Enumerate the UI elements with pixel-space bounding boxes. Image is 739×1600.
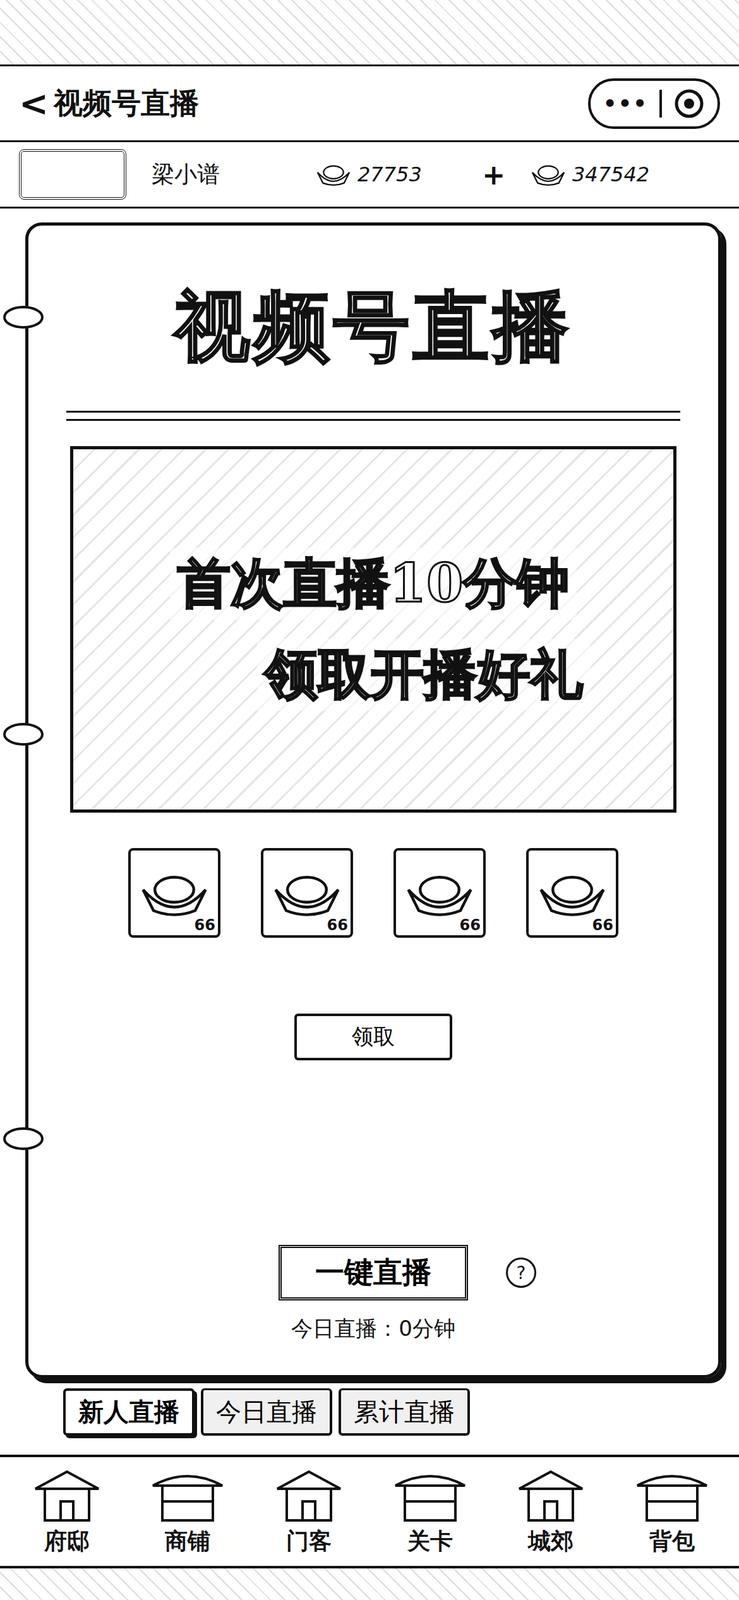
reward-count: 66 (459, 915, 481, 934)
nav-item[interactable]: 门客 (270, 1465, 347, 1557)
tab-bar: 新人直播今日直播累计直播 (25, 1377, 722, 1436)
ingot-icon (404, 868, 475, 918)
reward-item[interactable]: 66 (393, 847, 486, 938)
mini-program-capsule[interactable]: ••• (588, 78, 721, 129)
more-icon[interactable]: ••• (603, 90, 649, 117)
book-panel-wrap: 视频号直播首次直播10分钟领取开播好礼 66 66 66 66 领取一键直播? 今日直播：0… (25, 222, 722, 1436)
add-button[interactable]: + (481, 158, 506, 191)
nav-label: 商铺 (164, 1525, 211, 1557)
nav-building-icon (634, 1465, 710, 1523)
reward-count: 66 (592, 915, 614, 934)
nav-item[interactable]: 背包 (634, 1465, 710, 1557)
nav-label: 背包 (649, 1525, 695, 1557)
back-button[interactable]: <视频号直播 (18, 84, 199, 124)
header-title: 视频号直播 (53, 84, 199, 124)
nav-item[interactable]: 关卡 (392, 1465, 469, 1557)
capsule-divider (659, 89, 662, 118)
player-name: 梁小谱 (151, 159, 291, 191)
nav-label: 关卡 (407, 1525, 453, 1557)
nav-building-icon (149, 1465, 226, 1523)
tab[interactable]: 今日直播 (200, 1387, 333, 1436)
nav-item[interactable]: 商铺 (149, 1465, 226, 1557)
reward-item[interactable]: 66 (526, 847, 619, 938)
tab[interactable]: 累计直播 (338, 1387, 470, 1436)
tab[interactable]: 新人直播 (63, 1387, 195, 1436)
nav-item[interactable]: 城郊 (512, 1465, 589, 1557)
ingot-icon (272, 868, 342, 918)
reward-count: 66 (194, 915, 216, 934)
claim-button[interactable]: 领取 (294, 1013, 453, 1060)
resource-bar: 梁小谱 27753 +347542 (0, 142, 739, 209)
top-decoration (0, 0, 739, 67)
resource-amount: 347542 (572, 162, 650, 187)
avatar-frame[interactable] (18, 149, 127, 200)
book-panel: 视频号直播首次直播10分钟领取开播好礼 66 66 66 66 领取一键直播? 今日直播：0… (25, 222, 722, 1378)
binder-ring-icon (1, 298, 46, 337)
today-duration: 今日直播：0分钟 (291, 1313, 456, 1343)
page: <视频号直播•••梁小谱27753+347542视频号直播首次直播10分钟领取开… (0, 0, 739, 1600)
nav-building-icon (392, 1465, 469, 1523)
binder-ring-icon (1, 1119, 46, 1158)
resource-amount: 27753 (357, 162, 422, 187)
binder-ring-icon (1, 714, 46, 753)
nav-label: 府邸 (44, 1525, 90, 1557)
help-icon[interactable]: ? (505, 1256, 537, 1288)
ingot-icon (139, 868, 210, 918)
banner-text: 首次直播10分钟 (169, 547, 578, 620)
divider (66, 410, 681, 421)
nav-item[interactable]: 府邸 (29, 1465, 105, 1557)
live-button[interactable]: 一键直播 (278, 1244, 469, 1300)
ingot-icon (530, 161, 566, 187)
banner-text: 领取开播好礼 (257, 638, 591, 711)
nav-label: 门客 (286, 1525, 332, 1557)
nav-building-icon (512, 1465, 589, 1523)
banner: 首次直播10分钟领取开播好礼 (70, 445, 677, 813)
nav-building-icon (29, 1465, 105, 1523)
bottom-nav: 府邸 商铺 门客 关卡 城郊 背包 (0, 1453, 739, 1568)
resource: 27753 + (315, 158, 506, 191)
live-row: 一键直播? (278, 1244, 469, 1300)
reward-list: 66 66 66 66 (128, 847, 619, 938)
reward-item[interactable]: 66 (260, 847, 354, 938)
back-icon[interactable]: < (18, 85, 49, 122)
reward-count: 66 (327, 915, 349, 934)
nav-building-icon (270, 1465, 347, 1523)
bottom-decoration (0, 1567, 739, 1600)
ingot-icon (315, 161, 352, 187)
close-target-icon[interactable] (673, 87, 705, 120)
reward-item[interactable]: 66 (128, 847, 221, 938)
nav-label: 城郊 (528, 1525, 574, 1557)
ingot-icon (537, 868, 607, 918)
resource: 347542 (530, 161, 721, 187)
header: <视频号直播 ••• (0, 66, 739, 143)
panel-title: 视频号直播 (174, 269, 573, 386)
